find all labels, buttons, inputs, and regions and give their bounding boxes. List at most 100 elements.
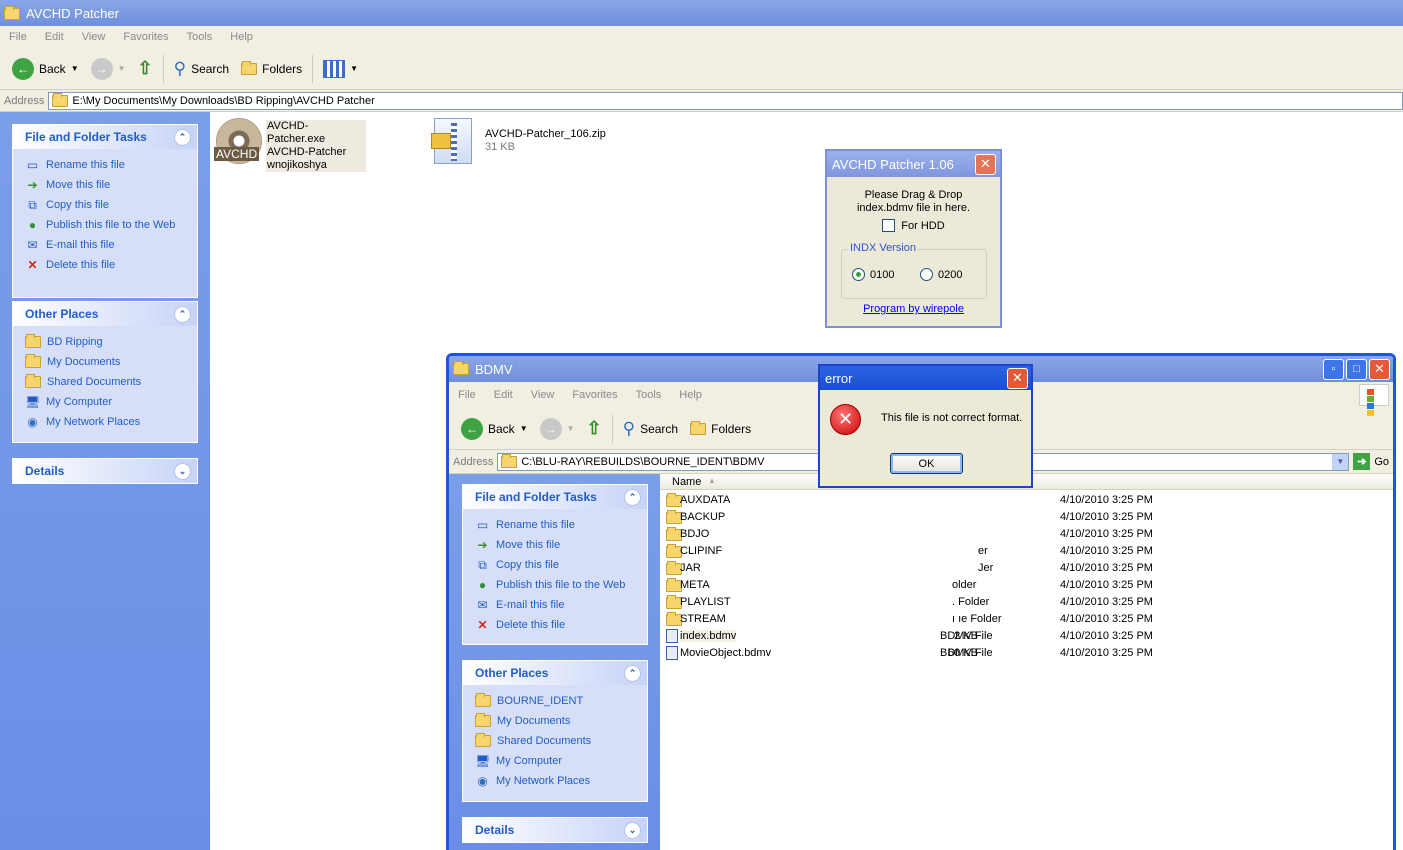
radio-0100[interactable]: 0100 xyxy=(852,268,894,281)
dropdown-arrow-icon[interactable]: ▼ xyxy=(71,64,79,73)
place-shared-documents[interactable]: Shared Documents xyxy=(25,374,197,390)
menu-edit[interactable]: Edit xyxy=(485,389,522,401)
other-places-header[interactable]: Other Places ⌃ xyxy=(13,302,197,326)
file-row[interactable]: CLIPINF er 4/10/2010 3:25 PM xyxy=(660,543,1393,560)
radio-selected-icon[interactable] xyxy=(852,268,865,281)
ok-button[interactable]: OK xyxy=(890,453,963,474)
file-row[interactable]: index.bdmv 2 KB BDMV File 4/10/2010 3:25 PM xyxy=(660,628,1393,645)
row-name: CLIPINF xyxy=(680,545,723,557)
collapse-icon[interactable]: ⌃ xyxy=(624,488,641,506)
delete-file-link[interactable]: ✕ Delete this file xyxy=(475,617,647,633)
place-network[interactable]: ◉ My Network Places xyxy=(25,414,197,430)
menu-help[interactable]: Help xyxy=(670,389,711,401)
maximize-button[interactable]: □ xyxy=(1346,358,1367,380)
menu-view[interactable]: View xyxy=(73,31,115,43)
place-my-computer[interactable]: 🖥 My Computer xyxy=(25,394,197,410)
move-file-link[interactable]: ➔ Move this file xyxy=(25,177,197,193)
menu-tools[interactable]: Tools xyxy=(178,31,222,43)
move-file-link[interactable]: ➔ Move this file xyxy=(475,537,647,553)
file-tasks-header[interactable]: File and Folder Tasks ⌃ xyxy=(13,125,197,149)
file-avchd-patcher-exe[interactable]: AVCHD AVCHD-Patcher.exe AVCHD-Patcher wn… xyxy=(214,118,366,172)
minimize-button[interactable]: ▫ xyxy=(1323,358,1344,380)
place-bd-ripping[interactable]: BD Ripping xyxy=(25,334,197,350)
file-row[interactable]: META older 4/10/2010 3:25 PM xyxy=(660,577,1393,594)
bdmv-close-button[interactable]: ✕ xyxy=(1369,358,1390,380)
menu-favorites[interactable]: Favorites xyxy=(563,389,626,401)
publish-web-link[interactable]: ● Publish this file to the Web xyxy=(25,217,197,233)
network-icon: ◉ xyxy=(477,773,488,788)
search-button[interactable]: ⚲ Search xyxy=(617,414,684,444)
folders-button[interactable]: Folders xyxy=(235,54,308,84)
place-my-computer[interactable]: 🖥 My Computer xyxy=(475,753,647,769)
link-label: Copy this file xyxy=(46,199,109,211)
place-my-documents[interactable]: My Documents xyxy=(475,713,647,729)
folders-button[interactable]: Folders xyxy=(684,414,757,444)
file-size: 31 KB xyxy=(485,141,515,153)
file-row[interactable]: BACKUP 4/10/2010 3:25 PM xyxy=(660,509,1393,526)
search-button[interactable]: ⚲ Search xyxy=(168,54,235,84)
other-places-header[interactable]: Other Places ⌃ xyxy=(463,661,647,685)
collapse-icon[interactable]: ⌃ xyxy=(174,305,191,323)
go-button[interactable]: ➔ Go xyxy=(1353,453,1389,470)
copy-file-link[interactable]: ⧉ Copy this file xyxy=(475,557,647,573)
file-row[interactable]: JAR Jer 4/10/2010 3:25 PM xyxy=(660,560,1393,577)
forward-button[interactable]: → ▼ xyxy=(85,54,132,84)
forward-button[interactable]: → ▼ xyxy=(534,414,581,444)
for-hdd-checkbox[interactable] xyxy=(882,219,896,232)
expand-icon[interactable]: ⌄ xyxy=(174,462,191,480)
up-folder-button[interactable]: ⇧ xyxy=(132,54,159,84)
file-row[interactable]: MovieObject.bdmv 60 KB BDMV File 4/10/2010 … xyxy=(660,645,1393,662)
menu-file[interactable]: File xyxy=(449,389,485,401)
views-button[interactable]: ▼ xyxy=(317,54,364,84)
rename-file-link[interactable]: ▭ Rename this file xyxy=(475,517,647,533)
collapse-icon[interactable]: ⌃ xyxy=(174,128,191,146)
row-date: 4/10/2010 3:25 PM xyxy=(1060,647,1153,659)
menu-favorites[interactable]: Favorites xyxy=(114,31,177,43)
row-name: index.bdmv xyxy=(680,630,737,642)
details-header[interactable]: Details ⌄ xyxy=(463,818,647,842)
dropdown-arrow-icon[interactable]: ▼ xyxy=(567,424,575,433)
file-tasks-header[interactable]: File and Folder Tasks ⌃ xyxy=(463,485,647,509)
file-avchd-patcher-zip[interactable]: AVCHD-Patcher_106.zip 31 KB xyxy=(430,118,620,166)
menu-tools[interactable]: Tools xyxy=(627,389,671,401)
email-file-link[interactable]: ✉ E-mail this file xyxy=(25,237,197,253)
file-row[interactable]: PLAYLIST . Folder 4/10/2010 3:25 PM xyxy=(660,594,1393,611)
dropdown-arrow-icon[interactable]: ▼ xyxy=(520,424,528,433)
address-field[interactable]: E:\My Documents\My Downloads\BD Ripping\… xyxy=(48,91,1403,110)
menu-file[interactable]: File xyxy=(0,31,36,43)
row-date: 4/10/2010 3:25 PM xyxy=(1060,528,1153,540)
back-button[interactable]: ← Back ▼ xyxy=(455,414,534,444)
place-shared-documents[interactable]: Shared Documents xyxy=(475,733,647,749)
place-network[interactable]: ◉ My Network Places xyxy=(475,773,647,789)
publish-web-link[interactable]: ● Publish this file to the Web xyxy=(475,577,647,593)
place-my-documents[interactable]: My Documents xyxy=(25,354,197,370)
rename-file-link[interactable]: ▭ Rename this file xyxy=(25,157,197,173)
error-close-button[interactable]: ✕ xyxy=(1007,367,1028,389)
collapse-icon[interactable]: ⌃ xyxy=(624,664,641,682)
menu-view[interactable]: View xyxy=(522,389,564,401)
up-folder-button[interactable]: ⇧ xyxy=(581,414,608,444)
for-hdd-checkbox-row[interactable]: For HDD xyxy=(827,219,1000,232)
file-row[interactable]: BDJO 4/10/2010 3:25 PM xyxy=(660,526,1393,543)
search-icon: ⚲ xyxy=(173,58,187,78)
patcher-close-button[interactable]: ✕ xyxy=(975,153,996,175)
expand-icon[interactable]: ⌄ xyxy=(624,821,641,839)
column-name-header[interactable]: Name xyxy=(672,476,701,488)
radio-unselected-icon[interactable] xyxy=(920,268,933,281)
dropdown-arrow-icon[interactable]: ▼ xyxy=(118,64,126,73)
link-label: Move this file xyxy=(46,179,111,191)
radio-0200[interactable]: 0200 xyxy=(920,268,962,281)
delete-file-link[interactable]: ✕ Delete this file xyxy=(25,257,197,273)
details-header[interactable]: Details ⌄ xyxy=(13,459,197,483)
email-file-link[interactable]: ✉ E-mail this file xyxy=(475,597,647,613)
back-button[interactable]: ← Back ▼ xyxy=(6,54,85,84)
menu-edit[interactable]: Edit xyxy=(36,31,73,43)
file-row[interactable]: STREAM ı ıe Folder 4/10/2010 3:25 PM xyxy=(660,611,1393,628)
address-dropdown-icon[interactable]: ▼ xyxy=(1332,453,1349,470)
program-by-link[interactable]: Program by wirepole xyxy=(827,303,1000,315)
file-row[interactable]: AUXDATA 4/10/2010 3:25 PM xyxy=(660,492,1393,509)
dropdown-arrow-icon[interactable]: ▼ xyxy=(350,64,358,73)
place-bourne-ident[interactable]: BOURNE_IDENT xyxy=(475,693,647,709)
copy-file-link[interactable]: ⧉ Copy this file xyxy=(25,197,197,213)
menu-help[interactable]: Help xyxy=(221,31,262,43)
